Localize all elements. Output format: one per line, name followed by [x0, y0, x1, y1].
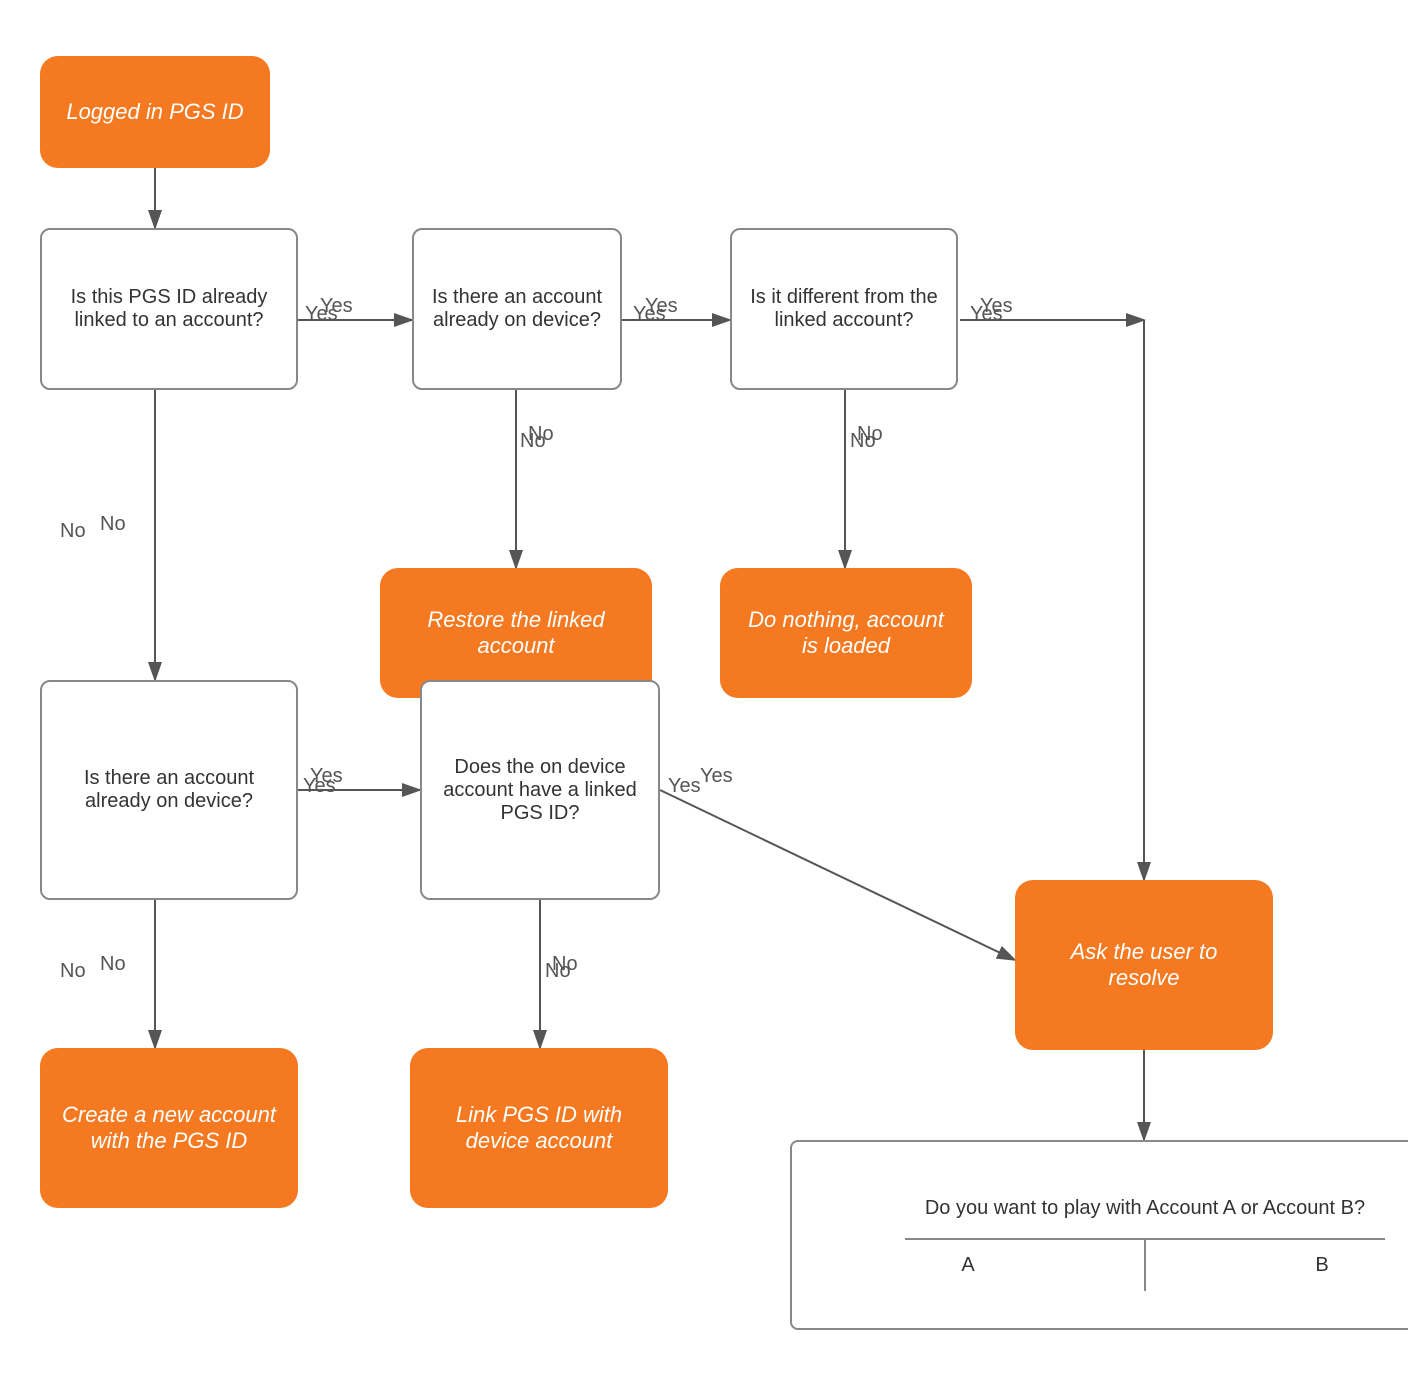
ask-resolve-node: Ask the user to resolve [1015, 880, 1273, 1050]
dialog-a-label: A [961, 1254, 974, 1276]
no-label-q1-q4: No [60, 520, 86, 543]
yes-label-q2-q3: Yes [633, 303, 666, 326]
start-node: Logged in PGS ID [40, 56, 270, 168]
restore-label: Restore the linked account [398, 607, 634, 659]
link-pgs-label: Link PGS ID with device account [428, 1102, 650, 1154]
q4-node: Is there an account already on device? [40, 680, 298, 900]
no-label-q4-create: No [60, 960, 86, 983]
create-new-label: Create a new account with the PGS ID [58, 1102, 280, 1154]
dialog-question-label: Do you want to play with Account A or Ac… [925, 1197, 1365, 1219]
label-q5-yes: Yes [700, 765, 733, 787]
no-label-q3-donothing: No [850, 430, 876, 453]
dialog-button-a[interactable]: A [792, 1240, 1146, 1291]
label-q1-no: No [100, 513, 126, 535]
start-label: Logged in PGS ID [66, 99, 243, 125]
yes-label-q4-q5: Yes [303, 775, 336, 798]
q2-node: Is there an account already on device? [412, 228, 622, 390]
link-pgs-node: Link PGS ID with device account [410, 1048, 668, 1208]
dialog-node[interactable]: Do you want to play with Account A or Ac… [790, 1140, 1408, 1330]
q1-label: Is this PGS ID already linked to an acco… [58, 286, 280, 332]
q3-label: Is it different from the linked account? [748, 286, 940, 332]
dialog-b-label: B [1315, 1254, 1328, 1276]
q5-node: Does the on device account have a linked… [420, 680, 660, 900]
create-new-node: Create a new account with the PGS ID [40, 1048, 298, 1208]
q1-node: Is this PGS ID already linked to an acco… [40, 228, 298, 390]
no-label-q5-link: No [545, 960, 571, 983]
q2-label: Is there an account already on device? [430, 286, 604, 332]
dialog-button-b[interactable]: B [1146, 1240, 1408, 1291]
yes-label-q5-resolve: Yes [668, 775, 701, 798]
label-q4-no: No [100, 953, 126, 975]
q4-label: Is there an account already on device? [58, 767, 280, 813]
flowchart-container: Yes Yes Yes No No No Yes Yes No No [0, 0, 1408, 1377]
dialog-buttons: A B [792, 1240, 1408, 1291]
restore-node: Restore the linked account [380, 568, 652, 698]
yes-label-q1-q2: Yes [305, 303, 338, 326]
dialog-question: Do you want to play with Account A or Ac… [905, 1179, 1385, 1240]
yes-label-q3-resolve: Yes [970, 303, 1003, 326]
do-nothing-node: Do nothing, account is loaded [720, 568, 972, 698]
q5-label: Does the on device account have a linked… [438, 756, 642, 825]
no-label-q2-restore: No [520, 430, 546, 453]
ask-resolve-label: Ask the user to resolve [1033, 939, 1255, 991]
do-nothing-label: Do nothing, account is loaded [738, 607, 954, 659]
q3-node: Is it different from the linked account? [730, 228, 958, 390]
